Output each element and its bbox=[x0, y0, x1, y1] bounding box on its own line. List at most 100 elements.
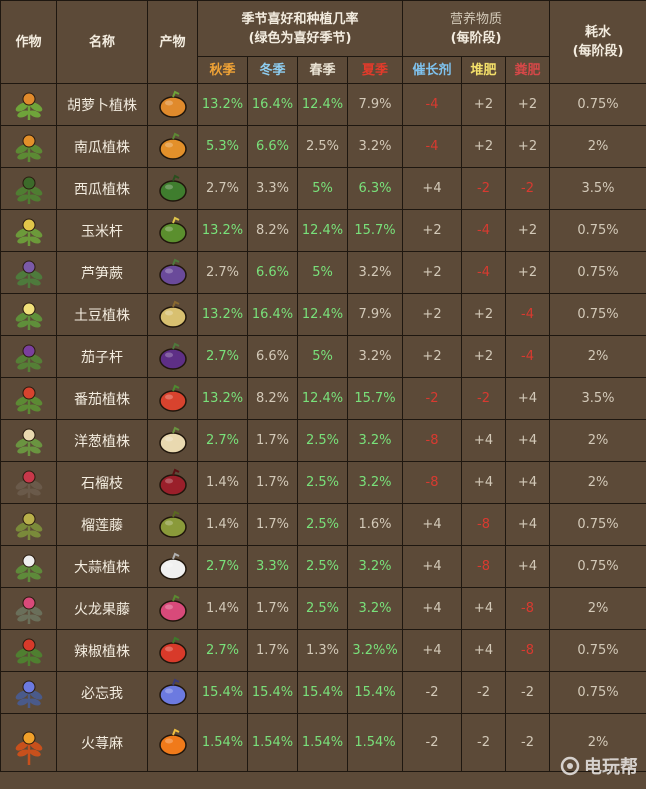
spring-chance: 12.4% bbox=[297, 209, 348, 252]
winter-chance: 8.2% bbox=[247, 209, 298, 252]
eggplant-plant-icon bbox=[15, 344, 42, 372]
crop-icon-cell bbox=[0, 671, 57, 714]
manure-value: -4 bbox=[505, 335, 551, 378]
summer-chance: 3.2% bbox=[346, 419, 404, 462]
pomegranate-plant-icon bbox=[15, 470, 42, 498]
product-icon-cell bbox=[147, 503, 198, 546]
manure-value: -8 bbox=[505, 629, 551, 672]
autumn-chance: 2.7% bbox=[197, 335, 248, 378]
compost-value: -2 bbox=[461, 671, 507, 714]
asparagus-icon bbox=[158, 258, 187, 286]
compost-header: 堆肥 bbox=[461, 56, 507, 84]
durian-plant-icon bbox=[15, 512, 42, 540]
carrot-plant-icon bbox=[15, 92, 42, 120]
water-usage: 0.75% bbox=[549, 251, 646, 294]
product-header: 产物 bbox=[147, 0, 198, 84]
winter-chance: 16.4% bbox=[247, 83, 298, 126]
table-row: 玉米杆 13.2% 8.2% 12.4% 15.7% +2 -4 +2 0.75% bbox=[0, 209, 646, 252]
growth-value: +4 bbox=[402, 629, 463, 672]
growth-value: -4 bbox=[402, 83, 463, 126]
spring-chance: 12.4% bbox=[297, 293, 348, 336]
tomato-plant-icon bbox=[15, 386, 42, 414]
growth-value: +2 bbox=[402, 251, 463, 294]
crop-name: 辣椒植株 bbox=[56, 629, 148, 672]
compost-value: -2 bbox=[461, 377, 507, 420]
crop-name: 番茄植株 bbox=[56, 377, 148, 420]
growth-value: +4 bbox=[402, 545, 463, 588]
crop-name: 茄子杆 bbox=[56, 335, 148, 378]
winter-chance: 6.6% bbox=[247, 335, 298, 378]
tomato-icon bbox=[158, 384, 187, 412]
crop-table: 作物 名称 产物 季节喜好和种植几率 (绿色为喜好季节) 营养物质 (每阶段) … bbox=[0, 0, 646, 772]
crop-icon-cell bbox=[0, 125, 57, 168]
onion-plant-icon bbox=[15, 428, 42, 456]
asparagus-plant-icon bbox=[15, 260, 42, 288]
compost-value: -8 bbox=[461, 545, 507, 588]
summer-chance: 3.2% bbox=[346, 461, 404, 504]
crop-name: 火荨麻 bbox=[56, 713, 148, 772]
winter-chance: 1.54% bbox=[247, 713, 298, 772]
water-usage: 2% bbox=[549, 419, 646, 462]
watermark: 电玩帮 bbox=[560, 753, 638, 779]
summer-chance: 15.7% bbox=[346, 209, 404, 252]
crop-icon-cell bbox=[0, 251, 57, 294]
header-row-top: 作物 名称 产物 季节喜好和种植几率 (绿色为喜好季节) 营养物质 (每阶段) … bbox=[0, 0, 646, 84]
nutrient-group-header: 营养物质 (每阶段) bbox=[402, 0, 551, 57]
water-usage: 2% bbox=[549, 125, 646, 168]
compost-value: +4 bbox=[461, 629, 507, 672]
table-row: 芦笋蕨 2.7% 6.6% 5% 3.2% +2 -4 +2 0.75% bbox=[0, 251, 646, 294]
watermark-logo-icon bbox=[560, 756, 580, 776]
season-group-title: 季节喜好和种植几率 bbox=[241, 11, 359, 27]
winter-chance: 1.7% bbox=[247, 629, 298, 672]
eggplant-icon bbox=[158, 342, 187, 370]
manure-value: -2 bbox=[505, 671, 551, 714]
water-usage: 0.75% bbox=[549, 83, 646, 126]
autumn-chance: 13.2% bbox=[197, 209, 248, 252]
summer-chance: 7.9% bbox=[346, 293, 404, 336]
growth-value: +4 bbox=[402, 587, 463, 630]
winter-chance: 1.7% bbox=[247, 419, 298, 462]
manure-value: -8 bbox=[505, 587, 551, 630]
water-header: 耗水 (每阶段) bbox=[549, 0, 646, 84]
autumn-chance: 13.2% bbox=[197, 83, 248, 126]
product-icon-cell bbox=[147, 629, 198, 672]
winter-chance: 6.6% bbox=[247, 125, 298, 168]
growth-value: -2 bbox=[402, 671, 463, 714]
autumn-chance: 15.4% bbox=[197, 671, 248, 714]
compost-value: +4 bbox=[461, 419, 507, 462]
product-icon-cell bbox=[147, 335, 198, 378]
crop-rows: 胡萝卜植株 13.2% 16.4% 12.4% 7.9% -4 +2 +2 0.75% 南瓜植株 5… bbox=[0, 83, 646, 772]
winter-chance: 15.4% bbox=[247, 671, 298, 714]
table-row: 土豆植株 13.2% 16.4% 12.4% 7.9% +2 +2 -4 0.75% bbox=[0, 293, 646, 336]
manure-value: +2 bbox=[505, 83, 551, 126]
summer-chance: 3.2% bbox=[346, 545, 404, 588]
autumn-chance: 5.3% bbox=[197, 125, 248, 168]
crop-name: 火龙果藤 bbox=[56, 587, 148, 630]
crop-icon-cell bbox=[0, 461, 57, 504]
nutrient-group-subtitle: (每阶段) bbox=[450, 30, 502, 46]
water-usage: 2% bbox=[549, 587, 646, 630]
summer-chance: 1.54% bbox=[346, 713, 404, 772]
water-usage: 0.75% bbox=[549, 209, 646, 252]
water-usage: 0.75% bbox=[549, 503, 646, 546]
spring-chance: 2.5% bbox=[297, 503, 348, 546]
manure-value: -2 bbox=[505, 167, 551, 210]
spring-chance: 2.5% bbox=[297, 125, 348, 168]
winter-chance: 3.3% bbox=[247, 545, 298, 588]
nutrient-group-title: 营养物质 bbox=[450, 11, 503, 27]
summer-chance: 15.7% bbox=[346, 377, 404, 420]
table-row: 火龙果藤 1.4% 1.7% 2.5% 3.2% +4 +4 -8 2% bbox=[0, 587, 646, 630]
autumn-chance: 1.54% bbox=[197, 713, 248, 772]
spring-chance: 12.4% bbox=[297, 377, 348, 420]
product-icon-cell bbox=[147, 251, 198, 294]
product-icon-cell bbox=[147, 587, 198, 630]
manure-value: +4 bbox=[505, 377, 551, 420]
growth-value: -4 bbox=[402, 125, 463, 168]
garlic-plant-icon bbox=[15, 554, 42, 582]
autumn-chance: 2.7% bbox=[197, 629, 248, 672]
summer-chance: 3.2% bbox=[346, 125, 404, 168]
water-subtitle: (每阶段) bbox=[572, 44, 624, 59]
growth-value: +2 bbox=[402, 209, 463, 252]
compost-value: -4 bbox=[461, 209, 507, 252]
manure-value: +2 bbox=[505, 209, 551, 252]
